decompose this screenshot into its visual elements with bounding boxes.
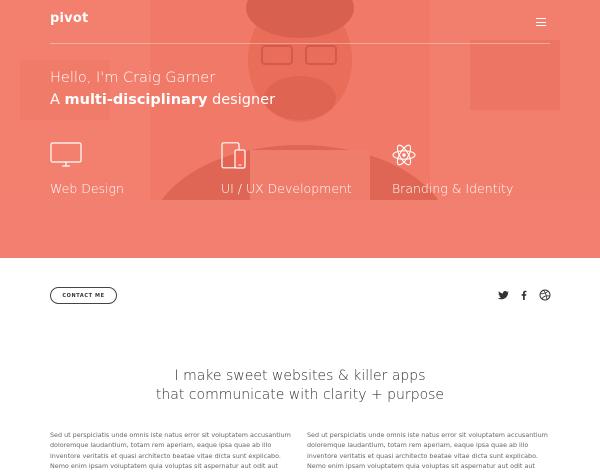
service-label: Web Design [50, 181, 124, 196]
service-label: Branding & Identity [392, 181, 514, 196]
navbar-divider [50, 43, 550, 44]
paragraph-line: Sed ut perspiciatis unde omnis iste natu… [50, 431, 291, 439]
paragraph-line: Nemo enim ipsam voluptatem quia voluptas… [307, 462, 535, 471]
text-column-left: Sed ut perspiciatis unde omnis iste natu… [50, 430, 295, 472]
monitor-icon [50, 142, 82, 167]
tagline-text: A multi-disciplinary designer [50, 90, 275, 110]
paragraph-line: doloremque laudantium, totam rem aperiam… [50, 441, 272, 450]
hamburger-bar [536, 21, 546, 23]
hero-section: pivot Hello, I'm Craig Garner A multi-di… [0, 0, 600, 258]
text-column-right: Sed ut perspiciatis unde omnis iste natu… [307, 430, 552, 472]
tagline-suffix: designer [207, 92, 276, 108]
atom-icon [392, 144, 416, 166]
brand-logo[interactable]: pivot [50, 11, 88, 26]
devices-icon [221, 142, 246, 169]
greeting-text: Hello, I'm Craig Garner [50, 70, 216, 86]
service-label: UI / UX Development [221, 181, 352, 196]
dribbble-icon[interactable] [539, 289, 551, 301]
contact-me-button[interactable]: CONTACT ME [50, 287, 117, 304]
twitter-icon[interactable] [497, 289, 509, 301]
contact-button-label: CONTACT ME [62, 292, 105, 299]
paragraph-line: inventore veritatis et quasi architecto … [307, 451, 538, 460]
paragraph-line: inventore veritatis et quasi architecto … [50, 451, 281, 460]
hamburger-bar [536, 18, 546, 20]
statement-line: that communicate with clarity + purpose [155, 387, 445, 403]
hamburger-menu-button[interactable] [536, 17, 548, 27]
paragraph-line: Nemo enim ipsam voluptatem quia voluptas… [50, 462, 278, 471]
facebook-icon[interactable] [518, 289, 530, 301]
statement-heading: I make sweet websites & killer apps that… [0, 367, 600, 405]
top-navbar: pivot [0, 0, 600, 44]
hamburger-bar [536, 25, 546, 27]
tagline-emphasis: multi-disciplinary [64, 92, 208, 108]
paragraph-line: Sed ut perspiciatis unde omnis iste natu… [307, 431, 548, 439]
service-ui-ux: UI / UX Development [221, 142, 352, 196]
paragraph-line: doloremque laudantium, totam rem aperiam… [307, 441, 529, 450]
statement-line: I make sweet websites & killer apps [174, 368, 426, 384]
service-web-design: Web Design [50, 142, 124, 196]
intro-heading: Hello, I'm Craig Garner A multi-discipli… [50, 68, 275, 110]
service-branding: Branding & Identity [392, 142, 513, 196]
tagline-prefix: A [50, 92, 65, 108]
